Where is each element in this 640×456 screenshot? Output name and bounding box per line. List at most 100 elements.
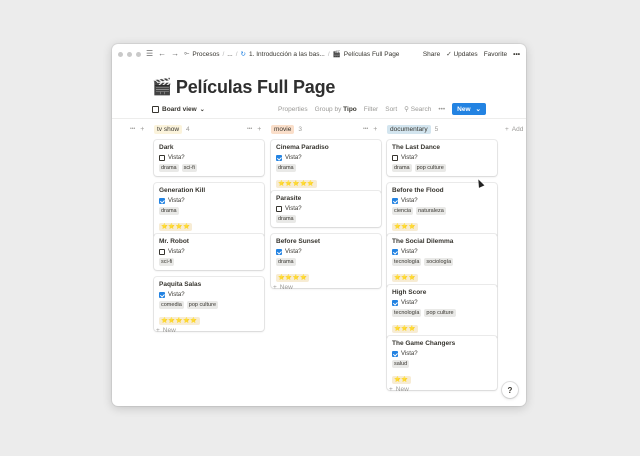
- plus-icon: +: [389, 386, 393, 393]
- vista-checkbox-row: Vista?: [159, 155, 259, 161]
- view-selector[interactable]: Board view ⌄: [152, 105, 205, 113]
- back-arrow-icon[interactable]: ←: [158, 50, 166, 58]
- plus-icon: +: [156, 327, 160, 334]
- board-card[interactable]: Dark Vista? drama sci-fi: [154, 140, 264, 176]
- checkbox-checked-icon[interactable]: [392, 198, 398, 204]
- breadcrumb-link-icon: ⟜: [184, 50, 190, 57]
- card-title: The Last Dance: [392, 144, 441, 151]
- checkbox-checked-icon[interactable]: [392, 300, 398, 306]
- column-count: 5: [434, 125, 439, 133]
- board-card[interactable]: Generation Kill Vista? drama ⭐⭐⭐⭐: [154, 183, 264, 237]
- column-menu: ••• +: [247, 122, 261, 136]
- card-tags: drama sci-fi: [159, 164, 259, 172]
- card-title: Before Sunset: [276, 238, 321, 245]
- maximize-window-dot[interactable]: [136, 51, 141, 57]
- group-by-button[interactable]: Group by Tipo: [315, 106, 357, 113]
- card-tags: salud: [392, 360, 492, 368]
- checkbox-unchecked-icon[interactable]: [392, 155, 398, 161]
- forward-arrow-icon[interactable]: →: [171, 50, 179, 58]
- column-new-button[interactable]: + New: [273, 284, 293, 291]
- column-more-icon[interactable]: •••: [363, 126, 368, 132]
- rating-stars: ⭐⭐⭐: [392, 325, 419, 333]
- favorite-button[interactable]: Favorite: [484, 51, 507, 58]
- board-card[interactable]: High Score Vista? tecnología pop culture ⭐⭐⭐: [387, 285, 497, 339]
- breadcrumb-item[interactable]: Procesos: [192, 51, 219, 58]
- board-card[interactable]: Paquita Salas Vista? comedia pop culture ⭐⭐⭐…: [154, 277, 264, 331]
- checkbox-unchecked-icon[interactable]: [159, 249, 165, 255]
- new-dropdown-chevron-icon[interactable]: ⌄: [476, 105, 481, 113]
- toolbar-divider: [112, 118, 526, 119]
- add-group-button[interactable]: + Add: [505, 122, 523, 136]
- vista-checkbox-row: Vista?: [159, 249, 259, 255]
- checkbox-checked-icon[interactable]: [159, 198, 165, 204]
- group-by-value: Tipo: [343, 105, 357, 113]
- filter-button[interactable]: Filter: [364, 106, 378, 113]
- genre-tag: ciencia: [392, 207, 414, 215]
- breadcrumb-item[interactable]: 1. Introducción a las bas...: [249, 51, 325, 58]
- column-more-icon[interactable]: •••: [130, 126, 135, 132]
- help-button[interactable]: ?: [502, 382, 518, 398]
- view-toolbar: Board view ⌄ Properties Group by Tipo Fi…: [152, 102, 486, 116]
- genre-tag: drama: [276, 215, 296, 223]
- checkbox-label: Vista?: [401, 198, 418, 204]
- breadcrumb-item[interactable]: Películas Full Page: [344, 51, 400, 58]
- card-title: Before the Flood: [392, 187, 444, 194]
- board-card[interactable]: Before the Flood Vista? ciencia naturaleza ⭐…: [387, 183, 497, 237]
- minimize-window-dot[interactable]: [127, 51, 132, 57]
- card-tags: tecnología pop culture: [392, 309, 492, 317]
- column-add-icon[interactable]: +: [257, 126, 261, 133]
- checkbox-checked-icon[interactable]: [392, 249, 398, 255]
- column-new-button[interactable]: + New: [389, 386, 409, 393]
- column-header[interactable]: documentary 5: [387, 122, 497, 136]
- card-title: Cinema Paradiso: [276, 144, 329, 151]
- board-column: documentary 5 ••• + The Last Dance Vista? dram…: [363, 122, 497, 393]
- board-card[interactable]: Before Sunset Vista? drama ⭐⭐⭐⭐: [271, 234, 381, 288]
- checkbox-unchecked-icon[interactable]: [159, 155, 165, 161]
- checkbox-checked-icon[interactable]: [392, 351, 398, 357]
- genre-tag: drama: [159, 207, 179, 215]
- column-add-icon[interactable]: +: [140, 126, 144, 133]
- breadcrumb-item[interactable]: ...: [227, 51, 232, 58]
- card-tags: comedia pop culture: [159, 301, 259, 309]
- properties-button[interactable]: Properties: [278, 106, 308, 113]
- new-button[interactable]: New ⌄: [452, 103, 486, 115]
- genre-tag: comedia: [159, 301, 184, 309]
- more-options-icon[interactable]: •••: [513, 51, 520, 58]
- board-card[interactable]: The Social Dilemma Vista? tecnología sociol…: [387, 234, 497, 288]
- checkbox-unchecked-icon[interactable]: [276, 206, 282, 212]
- search-button[interactable]: ⚲ Search: [404, 105, 431, 113]
- checkbox-label: Vista?: [168, 292, 185, 298]
- page-icon[interactable]: 🎬: [152, 79, 172, 96]
- close-window-dot[interactable]: [118, 51, 123, 57]
- checkbox-checked-icon[interactable]: [159, 292, 165, 298]
- breadcrumb: ⟜ Procesos / ... / ↻ 1. Introducción a l…: [184, 50, 400, 58]
- checkbox-label: Vista?: [401, 249, 418, 255]
- new-row-label: New: [162, 327, 176, 334]
- column-add-icon[interactable]: +: [373, 126, 377, 133]
- board-card[interactable]: Parasite Vista? drama: [271, 191, 381, 227]
- view-more-icon[interactable]: •••: [438, 106, 445, 113]
- vista-checkbox-row: Vista?: [392, 155, 492, 161]
- new-row-label: New: [395, 386, 409, 393]
- board-card[interactable]: Cinema Paradiso Vista? drama ⭐⭐⭐⭐⭐: [271, 140, 381, 194]
- column-new-button[interactable]: + New: [156, 327, 176, 334]
- card-title: Dark: [159, 144, 174, 151]
- checkbox-checked-icon[interactable]: [276, 249, 282, 255]
- board-card[interactable]: The Last Dance Vista? drama pop culture: [387, 140, 497, 176]
- column-menu: ••• +: [363, 122, 377, 136]
- updates-button[interactable]: ✓ Updates: [446, 50, 477, 58]
- checkbox-checked-icon[interactable]: [276, 155, 282, 161]
- board-card[interactable]: Mr. Robot Vista? sci-fi: [154, 234, 264, 270]
- page-title[interactable]: Películas Full Page: [176, 77, 335, 98]
- column-title: documentary: [387, 124, 431, 134]
- genre-tag: sci-fi: [181, 164, 197, 172]
- checkbox-label: Vista?: [285, 155, 302, 161]
- board-view-icon: [152, 105, 159, 113]
- column-more-icon[interactable]: •••: [247, 126, 252, 132]
- sort-button[interactable]: Sort: [385, 106, 397, 113]
- clapper-icon: 🎬: [332, 51, 341, 58]
- card-tags: drama: [276, 164, 376, 172]
- share-button[interactable]: Share: [423, 51, 440, 58]
- sidebar-toggle-icon[interactable]: ☰: [146, 50, 153, 58]
- board-card[interactable]: The Game Changers Vista? salud ⭐⭐: [387, 336, 497, 390]
